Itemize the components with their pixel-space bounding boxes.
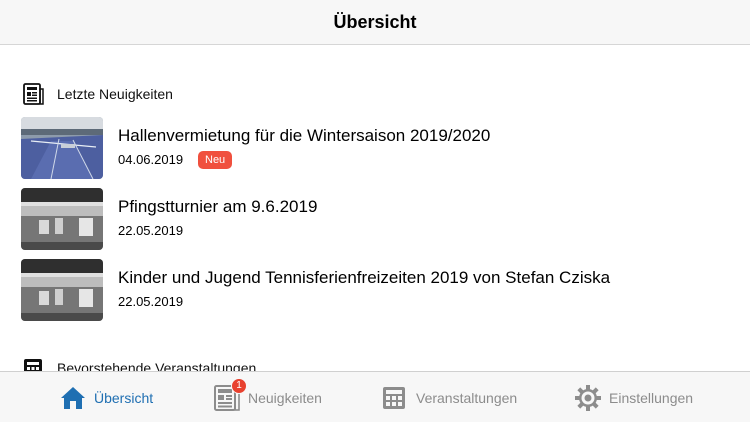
tab-settings-label: Einstellungen [609,389,694,406]
news-title: Hallenvermietung für die Wintersaison 20… [118,126,491,145]
tab-news-label: Neuigkeiten [248,389,322,406]
news-title: Pfingstturnier am 9.6.2019 [118,197,318,216]
news-item[interactable]: Kinder und Jugend Tennisferienfreizeiten… [21,259,741,321]
tab-overview-label: Übersicht [94,389,154,406]
tab-bar: Übersicht 1 Neuigkeiten Veranstaltungen … [0,371,750,422]
gear-icon [575,384,601,411]
news-thumbnail [21,117,103,179]
navigation-bar: Übersicht [0,0,750,45]
news-thumbnail [21,259,103,321]
newspaper-icon [22,83,44,105]
news-thumbnail [21,188,103,250]
news-date: 04.06.2019 [118,152,184,167]
page-title: Übersicht [333,11,417,32]
tab-news[interactable]: 1 Neuigkeiten [214,372,322,422]
tab-events-label: Veranstaltungen [416,389,518,406]
news-date: 22.05.2019 [118,294,184,309]
events-section-title: Bevorstehende Veranstaltungen [57,360,257,371]
news-item[interactable]: Hallenvermietung für die Wintersaison 20… [21,117,741,179]
newspaper-icon: 1 [214,377,247,411]
tab-settings[interactable]: Einstellungen [575,372,693,422]
home-icon [60,385,86,411]
news-item[interactable]: Pfingstturnier am 9.6.2019 22.05.2019 [21,188,741,250]
overview-content[interactable]: Letzte Neuigkeiten Hallenvermietung für … [0,46,750,371]
calendar-icon [22,357,44,371]
calendar-icon [382,385,408,411]
news-title: Kinder und Jugend Tennisferienfreizeiten… [118,268,611,287]
new-badge: Neu [198,151,233,169]
unread-count-badge: 1 [231,377,247,394]
tab-events[interactable]: Veranstaltungen [382,372,517,422]
news-date: 22.05.2019 [118,223,184,238]
tab-overview[interactable]: Übersicht [60,372,153,422]
news-section-header: Letzte Neuigkeiten [22,82,173,106]
events-section-header: Bevorstehende Veranstaltungen [22,356,256,371]
news-section-title: Letzte Neuigkeiten [57,86,173,102]
